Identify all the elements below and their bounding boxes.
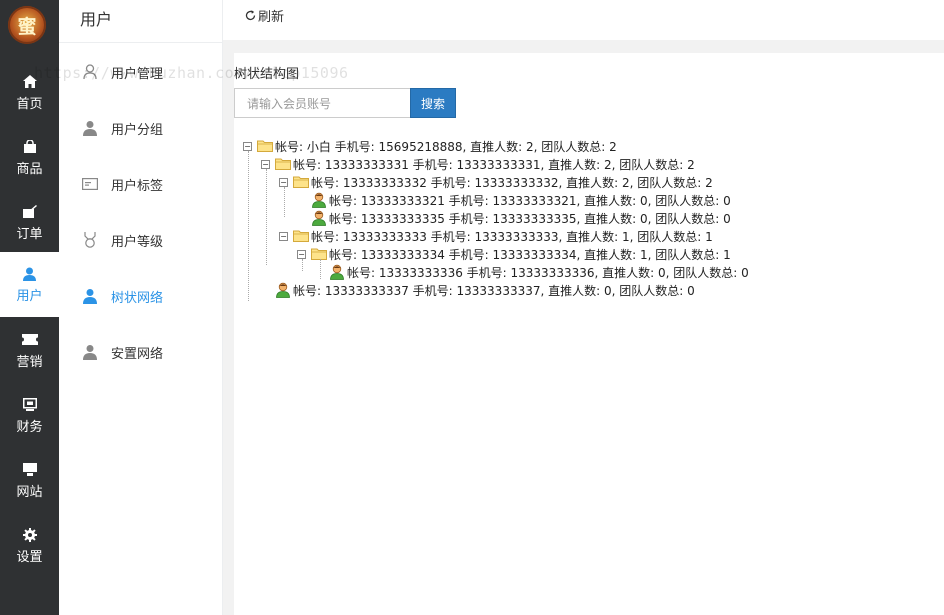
sub-item-label: 用户等级 <box>111 234 164 250</box>
folder-icon <box>293 176 311 188</box>
nav-label: 订单 <box>16 226 43 242</box>
ticket-icon <box>21 332 38 348</box>
tree-node[interactable]: − 帐号: 13333333333 手机号: 13333333333, 直推人数:… <box>279 227 713 245</box>
tree-node[interactable]: − 帐号: 小白 手机号: 15695218888, 直推人数: 2, 团队人数总… <box>243 137 617 155</box>
monitor-icon <box>22 462 38 478</box>
nav-label: 财务 <box>16 419 43 435</box>
tree-node-label: 帐号: 13333333333 手机号: 13333333333, 直推人数: … <box>311 229 713 244</box>
sub-item-label: 用户管理 <box>111 66 164 82</box>
user-outline-icon <box>82 64 98 80</box>
member-user-icon <box>311 210 329 226</box>
sub-item-label: 树状网络 <box>111 290 164 306</box>
logo-text: 蜜 <box>17 15 37 38</box>
tree-node-label: 帐号: 13333333331 手机号: 13333333331, 直推人数: … <box>293 157 695 172</box>
divider <box>59 42 222 43</box>
nav-label: 用户 <box>16 288 43 304</box>
search-input[interactable]: 请输入会员账号 <box>234 88 411 118</box>
app-logo[interactable]: 蜜 <box>8 6 46 44</box>
sub-item-user-management[interactable]: 用户管理 <box>82 62 163 82</box>
tree-node-label: 帐号: 13333333332 手机号: 13333333332, 直推人数: … <box>311 175 713 190</box>
home-icon <box>22 74 38 90</box>
sub-item-user-level[interactable]: 用户等级 <box>82 230 163 250</box>
nav-item-website[interactable]: 网站 <box>0 448 59 513</box>
member-user-icon <box>311 192 329 208</box>
tree-node[interactable]: − 帐号: 13333333331 手机号: 13333333331, 直推人数:… <box>261 155 695 173</box>
tree-node-label: 帐号: 13333333321 手机号: 13333333321, 直推人数: … <box>329 193 731 208</box>
bag-icon <box>22 139 38 155</box>
tree-connector <box>248 151 249 301</box>
tree-node-label: 帐号: 13333333337 手机号: 13333333337, 直推人数: … <box>293 283 695 298</box>
user-icon <box>22 266 38 282</box>
nav-item-settings[interactable]: 设置 <box>0 513 59 578</box>
sub-menu-title: 用户 <box>80 10 113 29</box>
refresh-icon <box>245 10 256 21</box>
tree-node[interactable]: − 帐号: 13333333334 手机号: 13333333334, 直推人数:… <box>297 245 731 263</box>
collapse-toggle-icon[interactable]: − <box>261 159 270 169</box>
sub-item-label: 用户分组 <box>111 122 164 138</box>
search-button[interactable]: 搜索 <box>410 88 456 118</box>
main-nav: 蜜 首页 商品 订单 用户 营销 财务 网站 设置 <box>0 0 59 615</box>
user-group-icon <box>82 120 98 136</box>
sub-item-user-tags[interactable]: 用户标签 <box>82 174 163 194</box>
nav-label: 网站 <box>16 484 43 500</box>
tree-panel: 树状结构图 请输入会员账号 搜索 − 帐号: 小白 手机号: 1569521888… <box>234 53 944 615</box>
refresh-button[interactable]: 刷新 <box>245 6 284 25</box>
nav-label: 设置 <box>16 549 43 565</box>
tree-node[interactable]: 帐号: 13333333321 手机号: 13333333321, 直推人数: … <box>297 191 731 209</box>
user-tree-icon <box>82 288 98 304</box>
order-icon <box>22 204 38 220</box>
folder-icon <box>275 158 293 170</box>
nav-item-products[interactable]: 商品 <box>0 125 59 190</box>
tree-node-label: 帐号: 小白 手机号: 15695218888, 直推人数: 2, 团队人数总:… <box>275 139 617 154</box>
sub-item-placement-network[interactable]: 安置网络 <box>82 342 163 362</box>
gear-icon <box>22 527 38 543</box>
collapse-toggle-icon[interactable]: − <box>243 141 252 151</box>
tree-connector <box>266 169 267 265</box>
refresh-label: 刷新 <box>258 10 285 25</box>
tree-connector <box>320 259 321 279</box>
nav-item-finance[interactable]: 财务 <box>0 383 59 448</box>
top-bar: 刷新 <box>223 0 944 40</box>
nav-label: 营销 <box>16 354 43 370</box>
tree-node[interactable]: − 帐号: 13333333332 手机号: 13333333332, 直推人数:… <box>279 173 713 191</box>
folder-icon <box>257 140 275 152</box>
nav-item-marketing[interactable]: 营销 <box>0 318 59 383</box>
sub-item-label: 用户标签 <box>111 178 164 194</box>
tree-node[interactable]: 帐号: 13333333335 手机号: 13333333335, 直推人数: … <box>297 209 731 227</box>
medal-icon <box>82 232 98 248</box>
sub-item-user-group[interactable]: 用户分组 <box>82 118 163 138</box>
tree-connector <box>302 259 303 271</box>
finance-icon <box>22 397 38 413</box>
id-card-icon <box>82 176 98 192</box>
nav-label: 商品 <box>16 161 43 177</box>
panel-title: 树状结构图 <box>234 67 300 82</box>
tree-node-label: 帐号: 13333333336 手机号: 13333333336, 直推人数: … <box>347 265 749 280</box>
nav-item-users[interactable]: 用户 <box>0 252 59 317</box>
nav-label: 首页 <box>16 96 43 112</box>
nav-item-home[interactable]: 首页 <box>0 60 59 125</box>
folder-icon <box>293 230 311 242</box>
tree-connector <box>284 187 285 217</box>
collapse-toggle-icon[interactable]: − <box>279 231 288 241</box>
sub-item-label: 安置网络 <box>111 346 164 362</box>
tree-node[interactable]: 帐号: 13333333336 手机号: 13333333336, 直推人数: … <box>315 263 749 281</box>
tree-node[interactable]: 帐号: 13333333337 手机号: 13333333337, 直推人数: … <box>261 281 695 299</box>
nav-item-orders[interactable]: 订单 <box>0 190 59 255</box>
sub-item-tree-network[interactable]: 树状网络 <box>82 286 163 306</box>
tree-node-label: 帐号: 13333333335 手机号: 13333333335, 直推人数: … <box>329 211 731 226</box>
user-placement-icon <box>82 344 98 360</box>
member-user-icon <box>329 264 347 280</box>
collapse-toggle-icon[interactable]: − <box>279 177 288 187</box>
sub-menu: 用户 用户管理 用户分组 用户标签 用户等级 树状网络 安置网络 <box>59 0 223 615</box>
member-user-icon <box>275 282 293 298</box>
tree-node-label: 帐号: 13333333334 手机号: 13333333334, 直推人数: … <box>329 247 731 262</box>
collapse-toggle-icon[interactable]: − <box>297 249 306 259</box>
